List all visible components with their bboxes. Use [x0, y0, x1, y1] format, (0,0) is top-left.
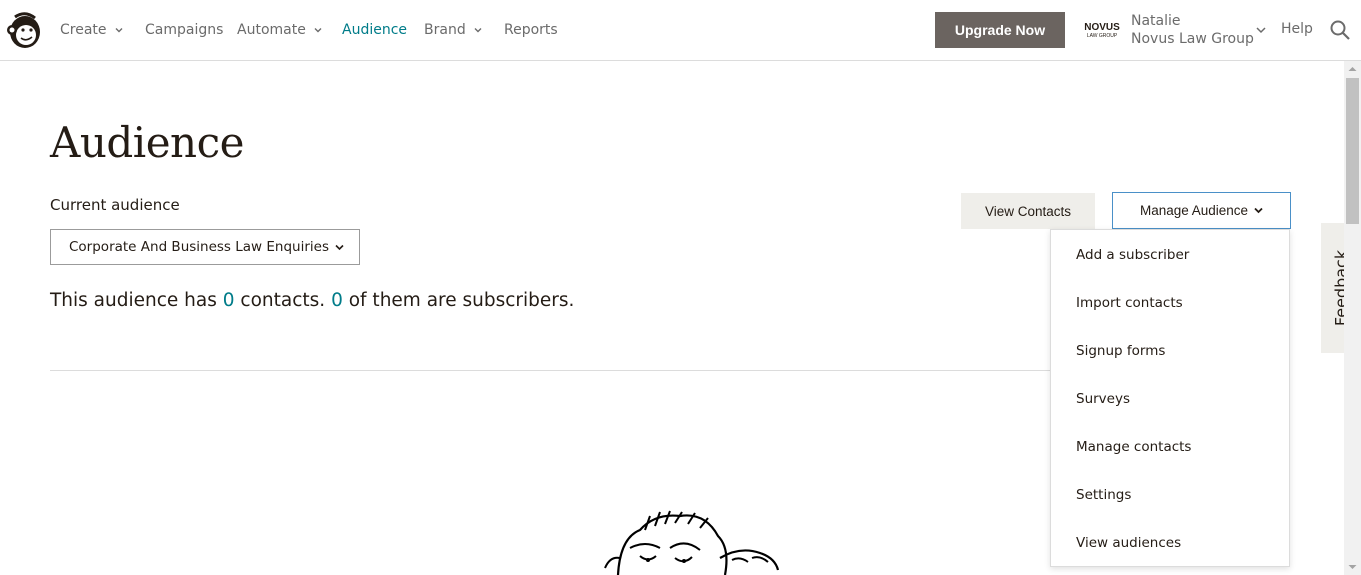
nav-create[interactable]: Create	[60, 21, 123, 39]
top-navigation: Create Campaigns Automate Audience Brand…	[0, 0, 1361, 61]
subscribers-count: 0	[331, 290, 343, 311]
selected-audience-name: Corporate And Business Law Enquiries	[69, 239, 329, 255]
search-icon[interactable]	[1330, 20, 1350, 40]
menu-item-settings[interactable]: Settings	[1076, 485, 1131, 505]
help-link[interactable]: Help	[1281, 21, 1313, 37]
nav-campaigns-label: Campaigns	[145, 22, 224, 38]
account-logo-subtext: LAW GROUP	[1087, 33, 1118, 39]
chevron-down-icon	[335, 244, 344, 250]
upgrade-now-button[interactable]: Upgrade Now	[935, 12, 1065, 48]
view-contacts-button[interactable]: View Contacts	[961, 193, 1095, 229]
chevron-down-icon[interactable]	[1256, 26, 1266, 34]
chevron-down-icon	[314, 28, 322, 33]
scroll-up-arrow-icon[interactable]	[1347, 64, 1358, 74]
contacts-count: 0	[222, 290, 235, 311]
empty-state-illustration	[604, 510, 780, 575]
scrollbar-thumb[interactable]	[1346, 78, 1359, 224]
scroll-down-arrow-icon[interactable]	[1347, 562, 1358, 572]
account-logo[interactable]: NOVUS LAW GROUP	[1082, 19, 1122, 43]
summary-prefix: This audience has	[50, 290, 223, 311]
menu-item-signup-forms[interactable]: Signup forms	[1076, 341, 1165, 361]
manage-audience-button[interactable]: Manage Audience	[1112, 192, 1291, 229]
menu-item-add-subscriber[interactable]: Add a subscriber	[1076, 245, 1189, 265]
page-title: Audience	[50, 118, 244, 167]
menu-item-manage-contacts[interactable]: Manage contacts	[1076, 437, 1191, 457]
account-user-name: Natalie	[1131, 13, 1181, 29]
chevron-down-icon	[115, 28, 123, 33]
nav-brand-label: Brand	[424, 22, 466, 38]
menu-item-view-audiences[interactable]: View audiences	[1076, 533, 1181, 553]
nav-campaigns[interactable]: Campaigns	[145, 21, 223, 39]
nav-brand[interactable]: Brand	[424, 21, 482, 39]
nav-create-label: Create	[60, 22, 107, 38]
account-org-name: Novus Law Group	[1131, 31, 1254, 47]
account-logo-text: NOVUS	[1084, 22, 1120, 33]
nav-reports[interactable]: Reports	[504, 21, 558, 39]
audience-selector[interactable]: Corporate And Business Law Enquiries	[50, 229, 360, 265]
account-menu[interactable]: Natalie Novus Law Group	[1131, 12, 1254, 48]
manage-audience-menu: Add a subscriber Import contacts Signup …	[1050, 229, 1290, 567]
chevron-down-icon	[1254, 207, 1263, 214]
menu-item-surveys[interactable]: Surveys	[1076, 389, 1130, 409]
nav-reports-label: Reports	[504, 22, 558, 38]
current-audience-label: Current audience	[50, 196, 180, 214]
menu-item-import-contacts[interactable]: Import contacts	[1076, 293, 1183, 313]
chevron-down-icon	[474, 28, 482, 33]
manage-audience-label: Manage Audience	[1139, 203, 1249, 218]
nav-automate-label: Automate	[237, 22, 306, 38]
nav-automate[interactable]: Automate	[237, 21, 322, 39]
summary-suffix: of them are subscribers.	[342, 290, 575, 311]
mailchimp-logo-icon[interactable]	[5, 10, 43, 50]
audience-summary: This audience has 0 contacts. 0 of them …	[50, 290, 574, 311]
summary-middle: contacts.	[234, 290, 332, 311]
nav-audience-label: Audience	[342, 22, 408, 38]
nav-audience[interactable]: Audience	[342, 21, 407, 39]
